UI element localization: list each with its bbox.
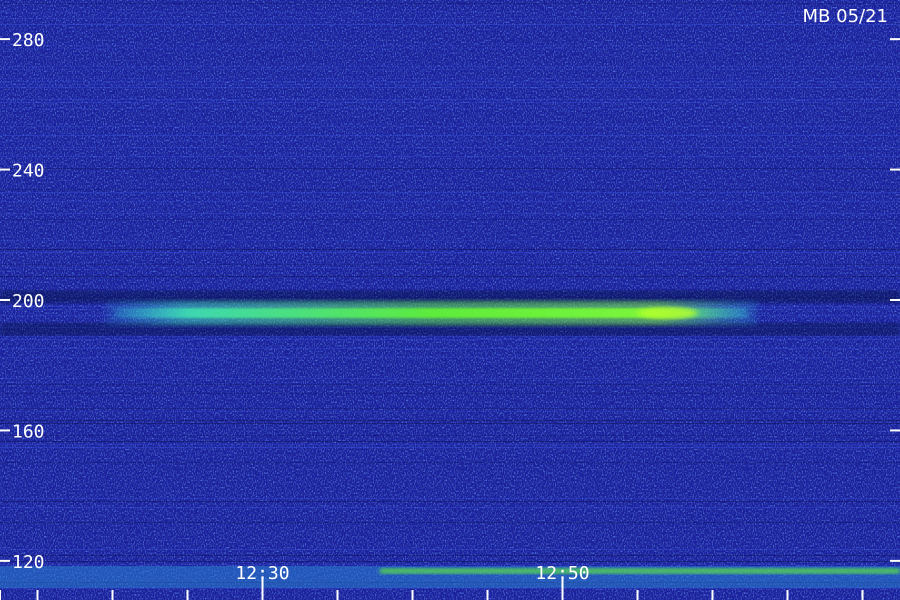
texture-stripe	[0, 102, 900, 103]
texture-stripe	[0, 147, 900, 148]
texture-stripe	[0, 192, 900, 193]
texture-stripe	[0, 267, 900, 268]
texture-stripe	[0, 498, 900, 499]
texture-stripe	[0, 69, 900, 70]
y-tick-label: 120	[12, 552, 45, 573]
texture-stripe	[0, 201, 900, 202]
texture-stripe	[0, 339, 900, 340]
texture-stripe	[0, 384, 900, 385]
texture-stripe	[0, 78, 900, 79]
texture-stripe	[0, 501, 900, 502]
texture-stripe	[0, 393, 900, 394]
texture-stripe	[0, 3, 900, 4]
y-tick-label: 200	[12, 291, 45, 312]
texture-stripe	[0, 411, 900, 412]
texture-stripe	[0, 336, 900, 337]
texture-stripe	[0, 126, 900, 127]
texture-stripe	[0, 408, 900, 409]
texture-stripe	[0, 378, 900, 379]
texture-stripe	[0, 18, 900, 19]
texture-stripe	[0, 420, 900, 421]
texture-stripe	[0, 252, 900, 253]
texture-stripe	[0, 24, 900, 25]
texture-stripe	[0, 276, 900, 277]
texture-stripe	[0, 507, 900, 508]
texture-stripe	[0, 219, 900, 220]
texture-stripe	[0, 249, 900, 250]
signal-band	[105, 301, 758, 326]
texture-stripe	[0, 108, 900, 109]
texture-stripe	[0, 423, 900, 424]
texture-stripe	[0, 213, 900, 214]
texture-stripe	[0, 135, 900, 136]
corner-label: MB 05/21	[803, 6, 888, 27]
texture-stripe	[0, 444, 900, 445]
texture-stripe	[0, 48, 900, 49]
texture-stripe	[0, 441, 900, 442]
y-tick-label: 160	[12, 421, 45, 442]
texture-stripe	[0, 87, 900, 88]
texture-stripe	[0, 240, 900, 241]
bottom-noise-strip	[0, 566, 900, 588]
texture-stripe	[0, 189, 900, 190]
texture-stripe	[0, 81, 900, 82]
texture-stripe	[0, 357, 900, 358]
texture-stripe	[0, 141, 900, 142]
texture-stripe	[0, 549, 900, 550]
x-tick-label: 12:30	[235, 563, 289, 584]
y-tick-label: 240	[12, 161, 45, 182]
texture-stripe	[0, 555, 900, 556]
texture-stripe	[0, 462, 900, 463]
texture-stripe	[0, 447, 900, 448]
texture-stripe	[0, 561, 900, 562]
texture-stripe	[0, 168, 900, 169]
texture-stripe	[0, 66, 900, 67]
texture-stripe	[0, 84, 900, 85]
texture-stripe	[0, 99, 900, 100]
spectrogram-chart: 280240200160120 12:1012:3012:50 MB 05/21	[0, 0, 900, 600]
texture-stripe	[0, 564, 900, 565]
texture-stripe	[0, 435, 900, 436]
texture-stripe	[0, 45, 900, 46]
texture-stripe	[0, 348, 900, 349]
texture-stripe	[0, 156, 900, 157]
y-tick-label: 280	[12, 30, 45, 51]
texture-stripe	[0, 12, 900, 13]
texture-stripe	[0, 264, 900, 265]
signal-band-peak	[637, 307, 698, 320]
texture-stripe	[0, 588, 900, 589]
bottom-strip-hot	[380, 568, 900, 574]
x-tick-label: 12:50	[535, 563, 589, 584]
texture-stripe	[0, 522, 900, 523]
